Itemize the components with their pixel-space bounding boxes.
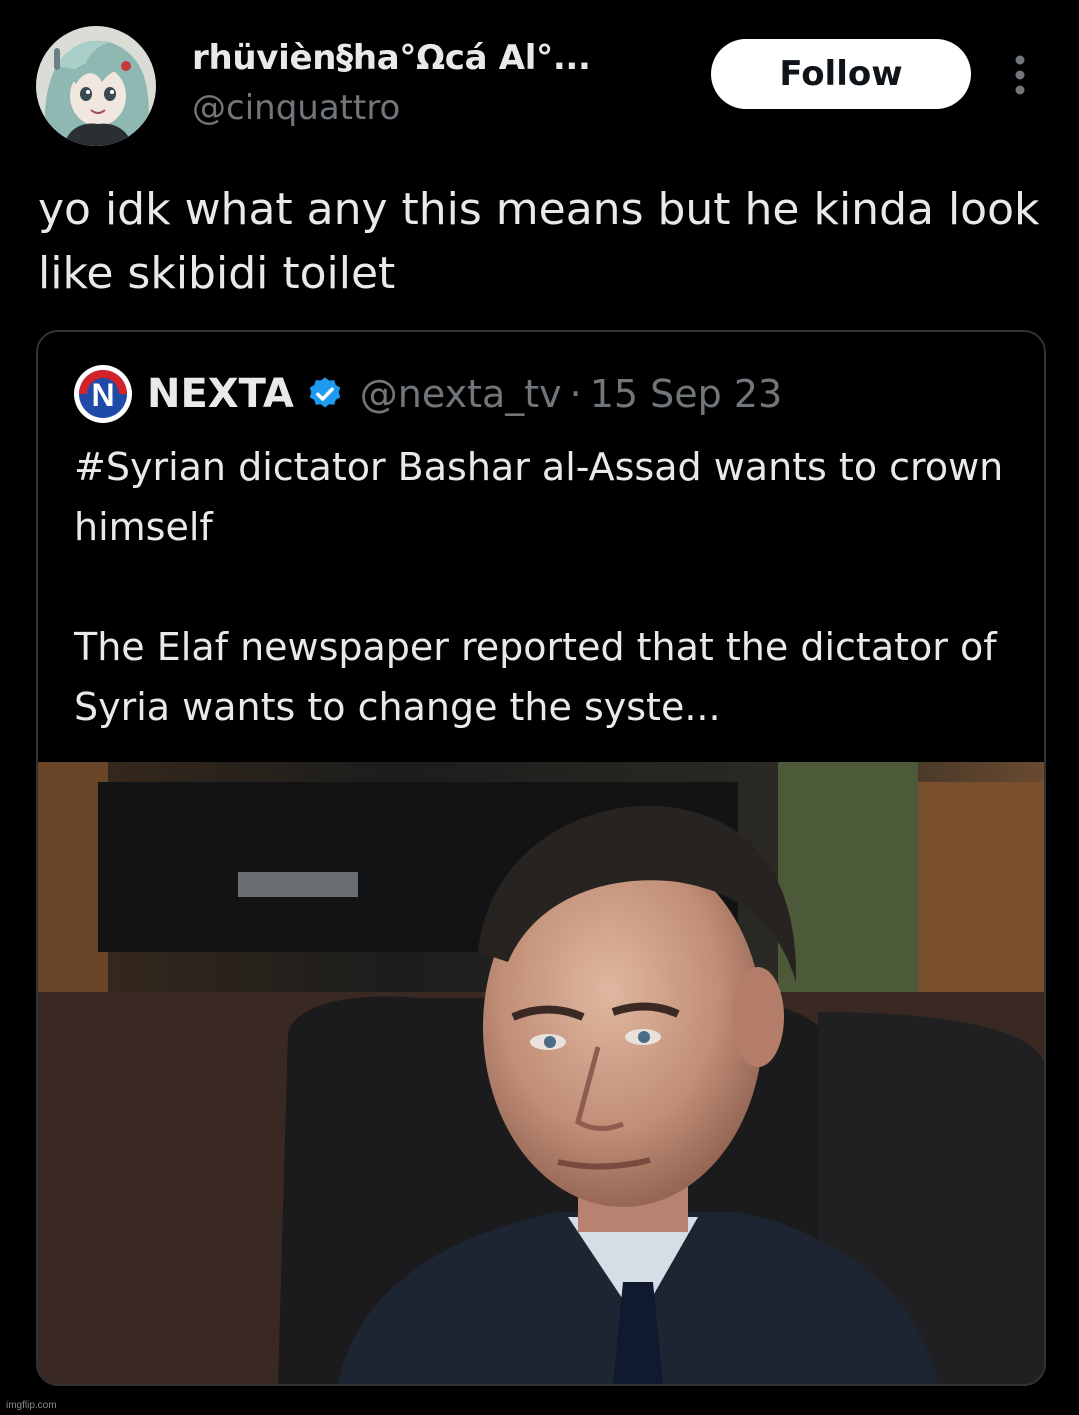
quoted-tweet-date[interactable]: 15 Sep 23 xyxy=(590,372,783,416)
nexta-logo-icon[interactable]: N xyxy=(73,364,133,424)
quoted-tweet-photo[interactable] xyxy=(38,762,1044,1384)
imgflip-watermark: imgflip.com xyxy=(6,1400,57,1411)
quoted-paragraph-2: The Elaf newspaper reported that the dic… xyxy=(74,625,997,729)
author-handle[interactable]: @cinquattro xyxy=(192,88,400,128)
meta-separator: · xyxy=(569,372,582,416)
quoted-tweet-card[interactable]: N NEXTA @nexta_tv · 15 Sep 23 #Syrian di… xyxy=(36,330,1046,1386)
quoted-paragraph-1: #Syrian dictator Bashar al-Assad wants t… xyxy=(74,445,1004,549)
svg-text:N: N xyxy=(91,377,114,413)
author-display-name[interactable]: rhüvièn§ha°Ωcá Al°... xyxy=(192,38,591,78)
quoted-tweet-header: N NEXTA @nexta_tv · 15 Sep 23 xyxy=(73,364,782,424)
anime-avatar-icon xyxy=(36,26,156,146)
quoted-author-name[interactable]: NEXTA xyxy=(147,371,294,417)
verified-badge-icon xyxy=(309,377,340,408)
author-avatar[interactable] xyxy=(36,26,156,146)
quoted-author-handle[interactable]: @nexta_tv xyxy=(360,372,562,416)
follow-button[interactable]: Follow xyxy=(711,39,971,109)
tweet-text: yo idk what any this means but he kinda … xyxy=(38,184,1040,299)
more-vertical-icon[interactable] xyxy=(1008,54,1032,96)
quoted-tweet-text: #Syrian dictator Bashar al-Assad wants t… xyxy=(74,437,1014,737)
